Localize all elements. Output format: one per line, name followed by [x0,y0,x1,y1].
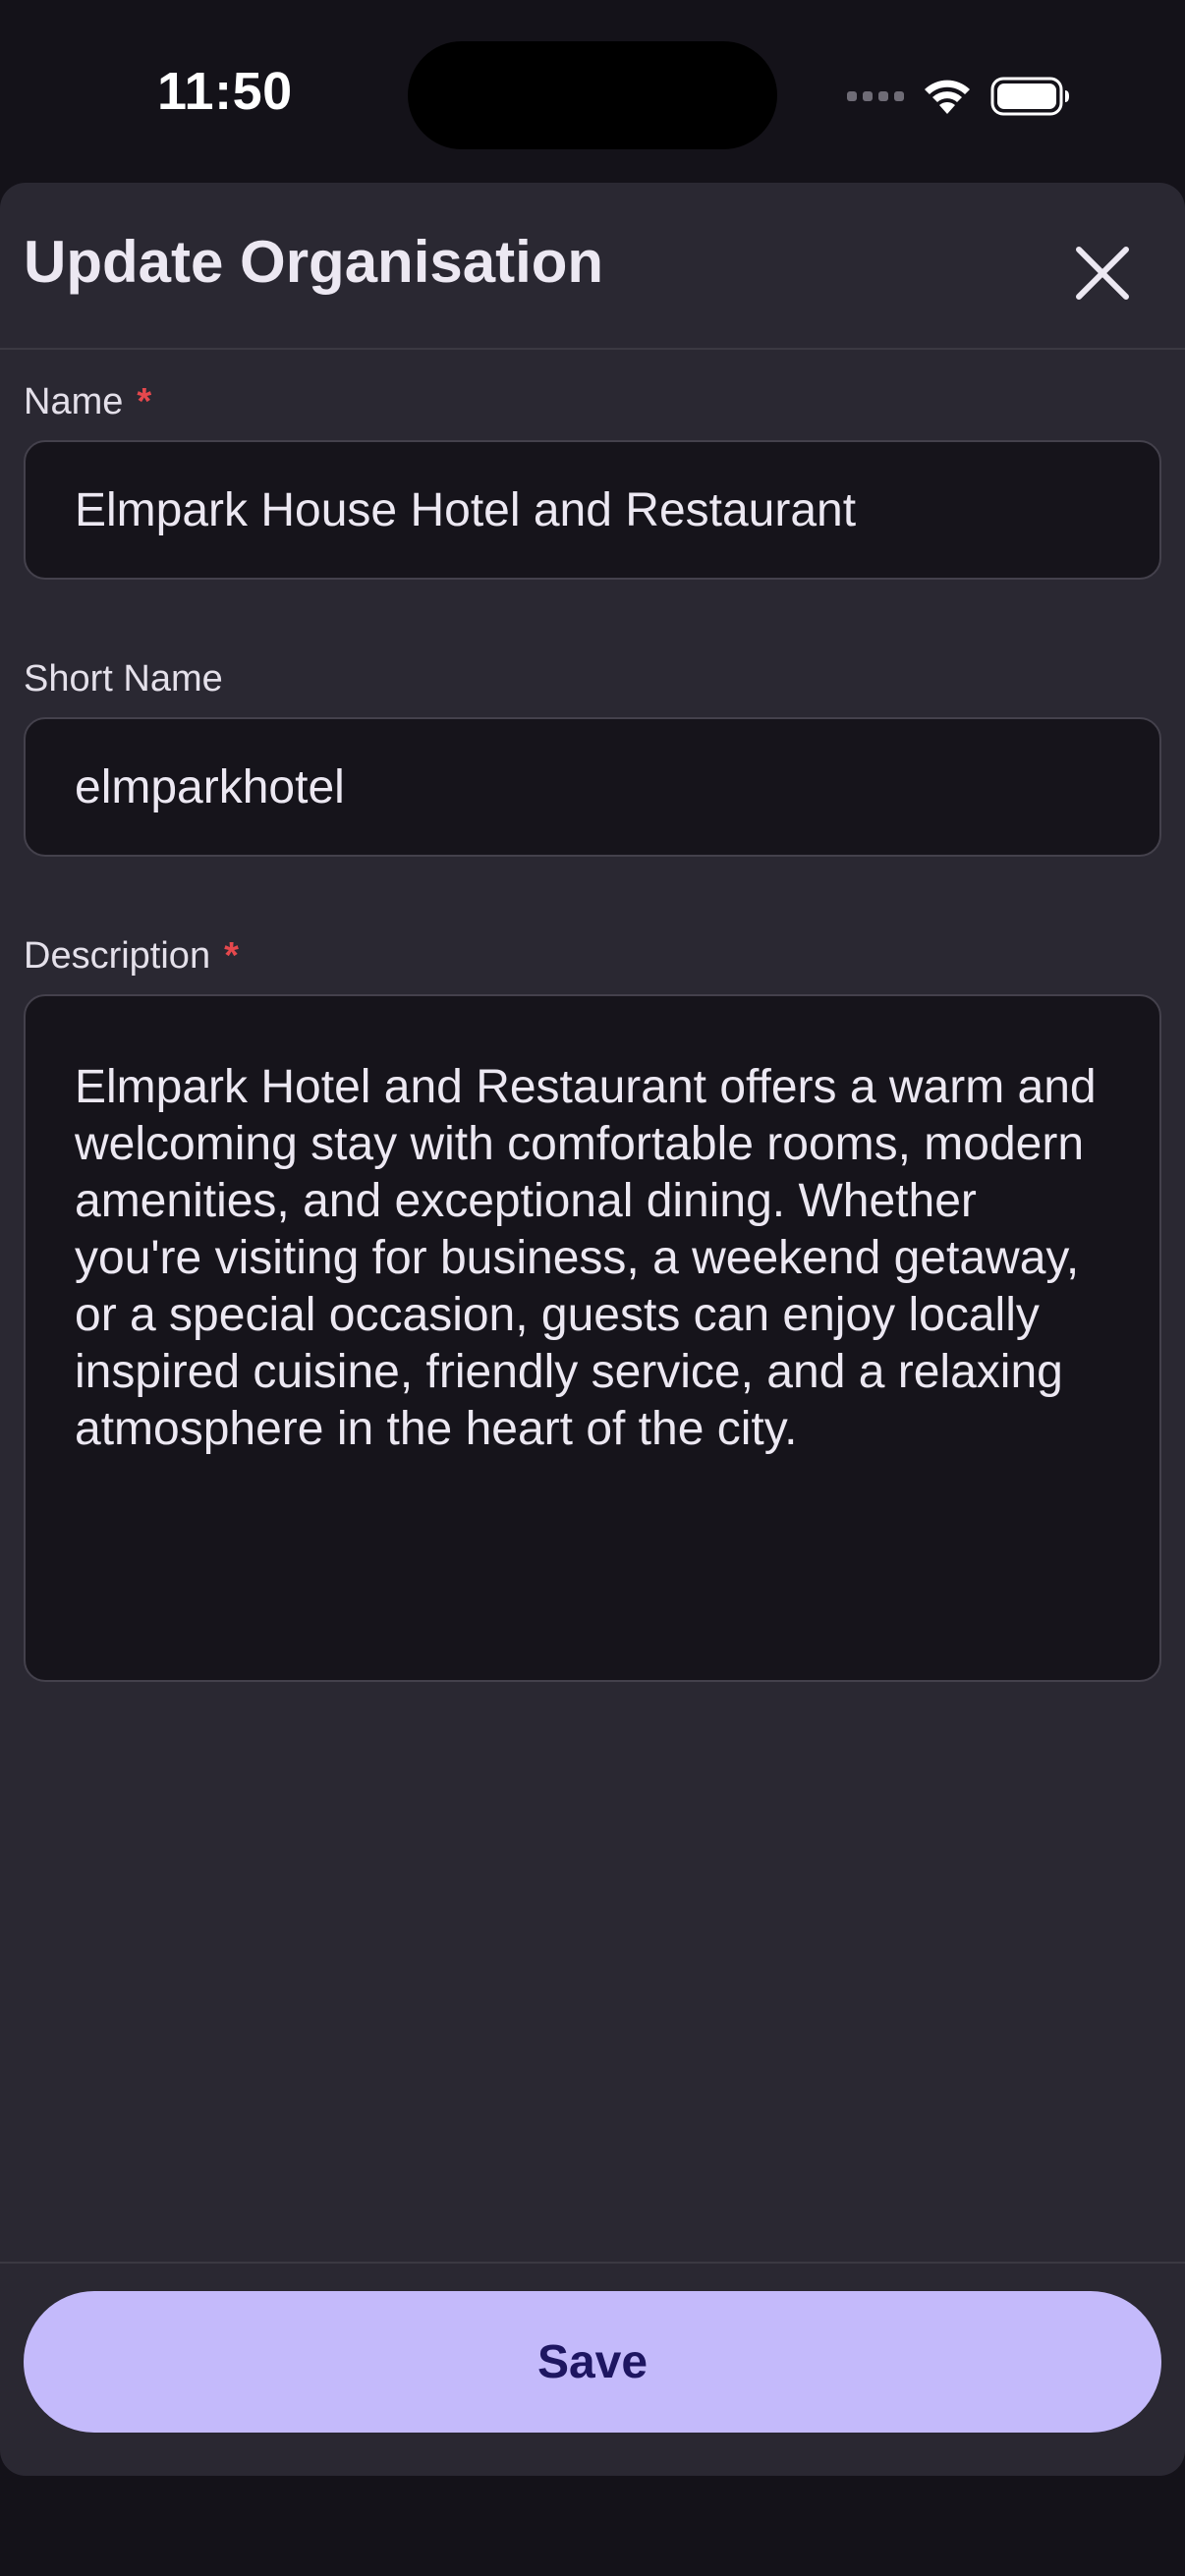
description-label-text: Description [24,935,211,977]
save-button[interactable]: Save [24,2291,1161,2433]
status-time: 11:50 [157,62,293,121]
description-label: Description * [24,935,239,978]
wifi-icon [925,80,970,114]
battery-icon [990,77,1069,116]
dynamic-island [408,41,777,149]
close-button[interactable] [1063,234,1142,312]
status-bar: 11:50 [0,0,1185,183]
description-textarea-value: Elmpark Hotel and Restaurant offers a wa… [75,1061,1109,1455]
description-textarea[interactable]: Elmpark Hotel and Restaurant offers a wa… [24,994,1161,1682]
name-label-text: Name [24,381,124,422]
status-icons [847,69,1071,124]
short-name-input[interactable]: elmparkhotel [24,717,1161,857]
name-label: Name * [24,381,151,423]
sheet-header: Update Organisation [0,183,1185,350]
sheet-title: Update Organisation [24,229,604,295]
name-input-value: Elmpark House Hotel and Restaurant [75,483,857,536]
short-name-label: Short Name [24,658,223,700]
required-mark: * [224,935,239,977]
short-name-input-value: elmparkhotel [75,760,345,813]
cellular-signal-icon [847,91,904,101]
required-mark: * [137,381,152,422]
close-icon [1076,247,1129,300]
name-input[interactable]: Elmpark House Hotel and Restaurant [24,440,1161,580]
update-organisation-sheet: Update Organisation Name * Elmpark House … [0,183,1185,2476]
sheet-footer: Save [0,2262,1185,2476]
short-name-label-text: Short Name [24,658,223,700]
